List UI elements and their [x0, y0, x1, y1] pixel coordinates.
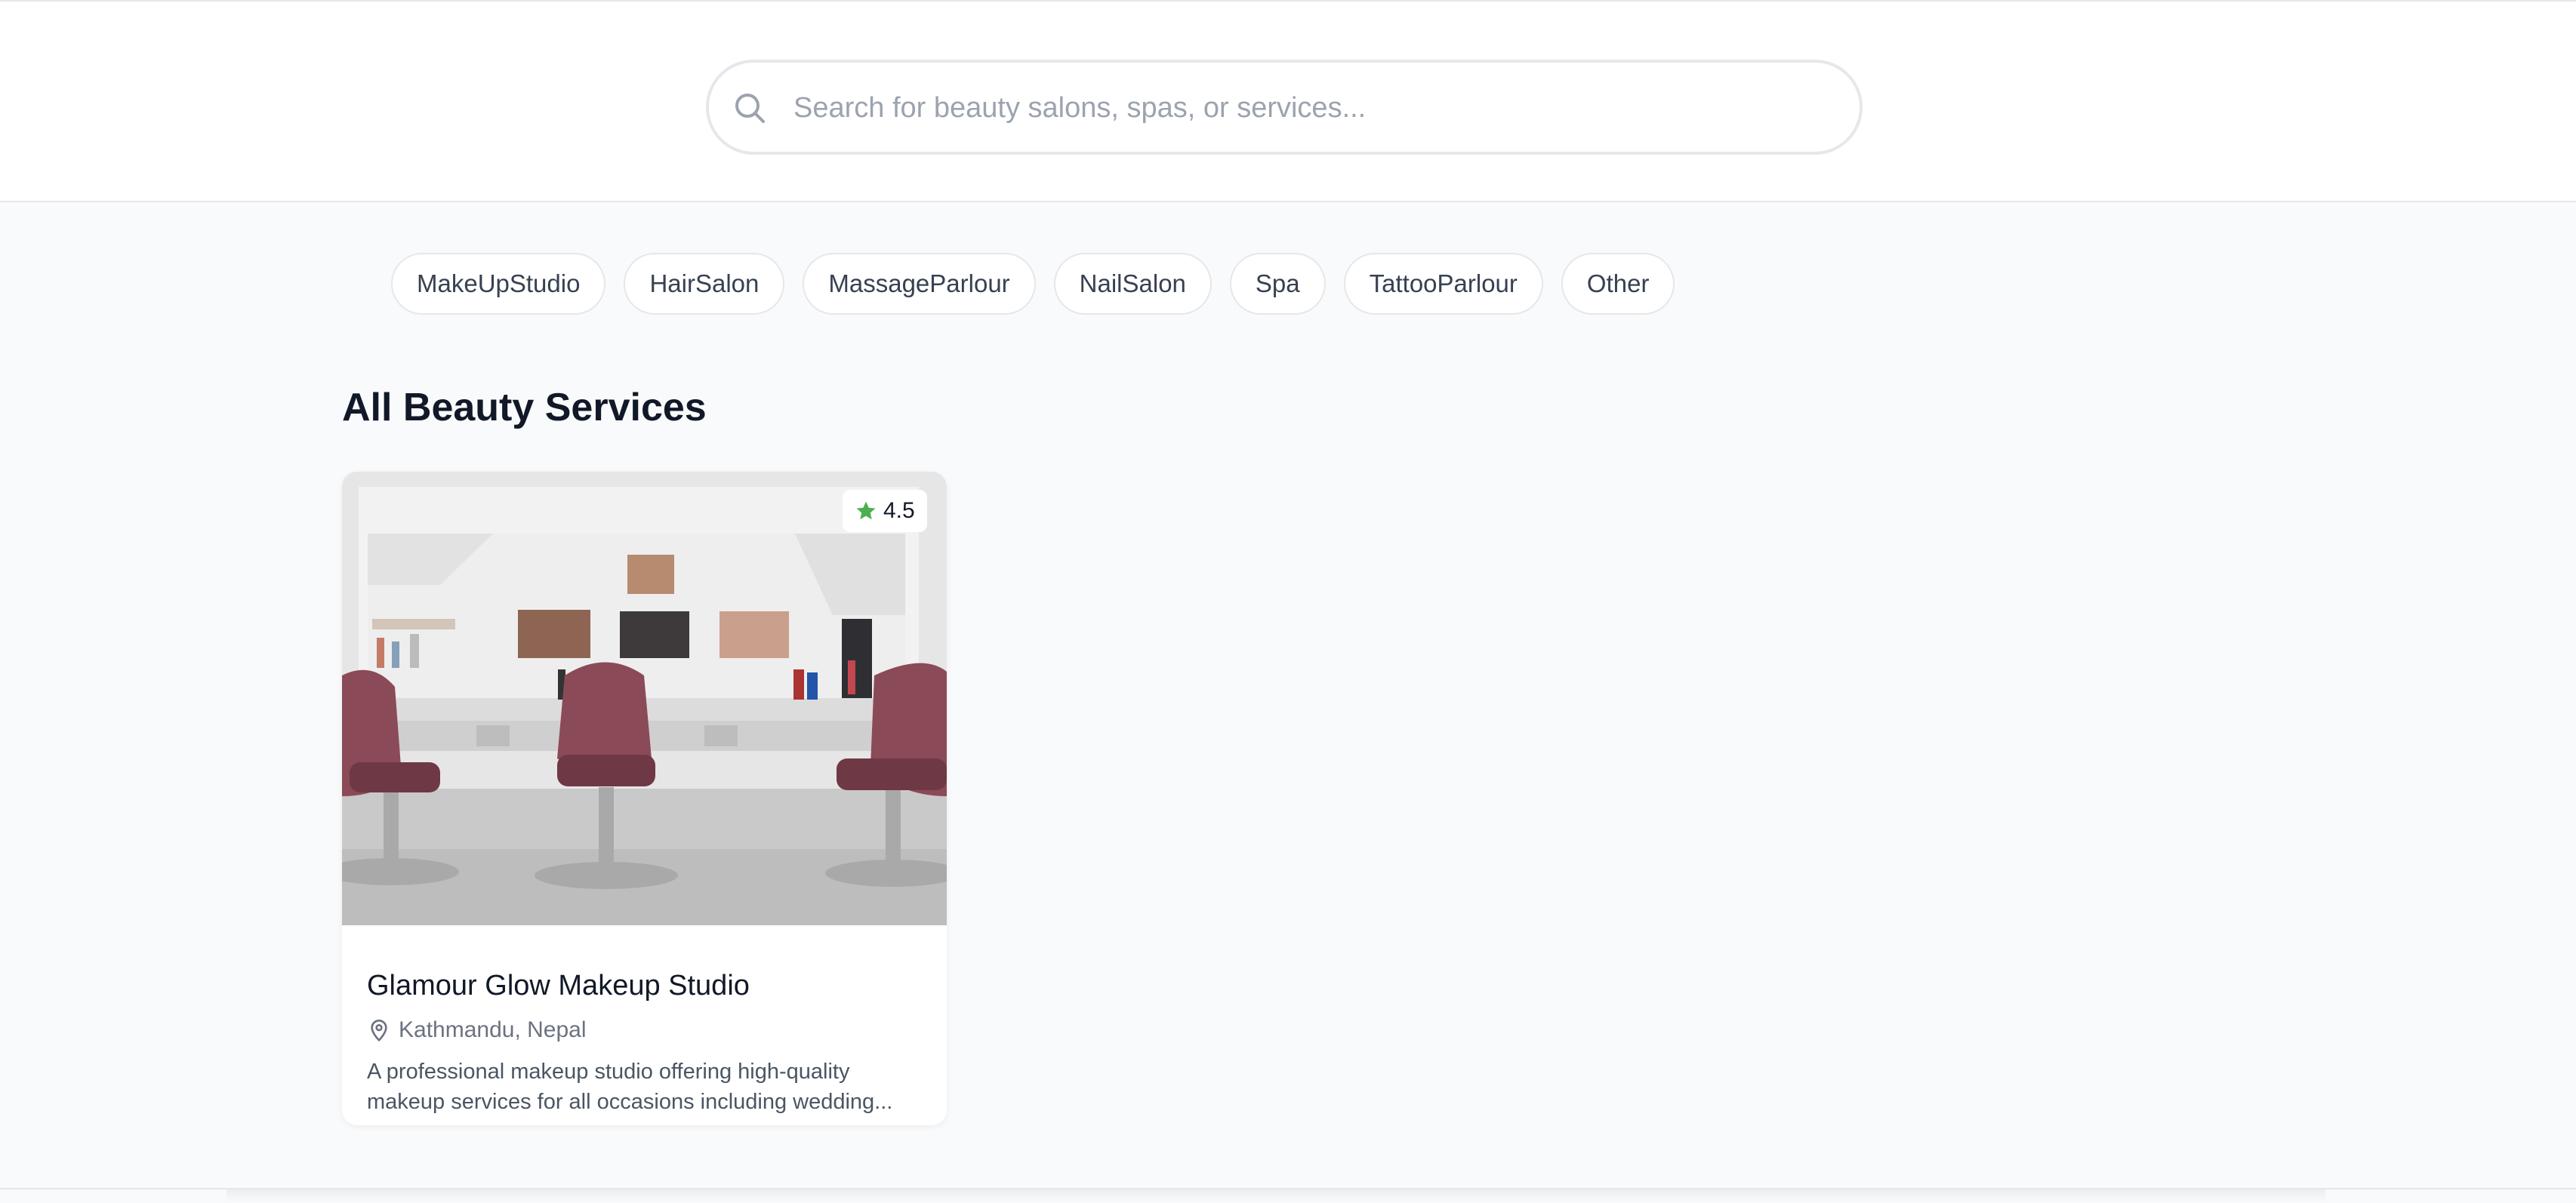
category-chip-hairsalon[interactable]: HairSalon: [624, 253, 785, 315]
star-icon: [856, 501, 876, 520]
category-chip-spa[interactable]: Spa: [1229, 253, 1326, 315]
category-chip-other[interactable]: Other: [1561, 253, 1675, 315]
map-pin-icon: [371, 1020, 387, 1041]
category-filter-bar: MakeUpStudio HairSalon MassageParlour Na…: [391, 253, 1675, 315]
service-location: Kathmandu, Nepal: [367, 1017, 587, 1043]
service-name[interactable]: Glamour Glow Makeup Studio: [367, 970, 750, 1002]
rating-badge: 4.5: [843, 490, 927, 532]
service-card[interactable]: 4.5 Glamour Glow Makeup Studio Kathmandu…: [342, 472, 947, 1125]
category-chip-makeupstudio[interactable]: MakeUpStudio: [391, 253, 606, 315]
category-chip-massageparlour[interactable]: MassageParlour: [803, 253, 1036, 315]
footer-shadow: [226, 1189, 2325, 1203]
description-line-1: A professional makeup studio offering hi…: [367, 1060, 850, 1084]
salon-photo: [342, 472, 947, 925]
section-title: All Beauty Services: [342, 386, 707, 429]
description-line-2: makeup services for all occasions includ…: [367, 1090, 893, 1114]
search-input[interactable]: [793, 81, 1835, 135]
search-icon: [735, 94, 765, 123]
search-box[interactable]: [706, 60, 1863, 155]
location-text: Kathmandu, Nepal: [399, 1017, 587, 1042]
clipped-subtitle: [461, 0, 467, 8]
service-description: A professional makeup studio offering hi…: [367, 1057, 926, 1117]
category-chip-nailsalon[interactable]: NailSalon: [1053, 253, 1212, 315]
rating-value: 4.5: [883, 498, 915, 523]
search-header: [0, 0, 2576, 202]
category-chip-tattooparlour[interactable]: TattooParlour: [1343, 253, 1543, 315]
